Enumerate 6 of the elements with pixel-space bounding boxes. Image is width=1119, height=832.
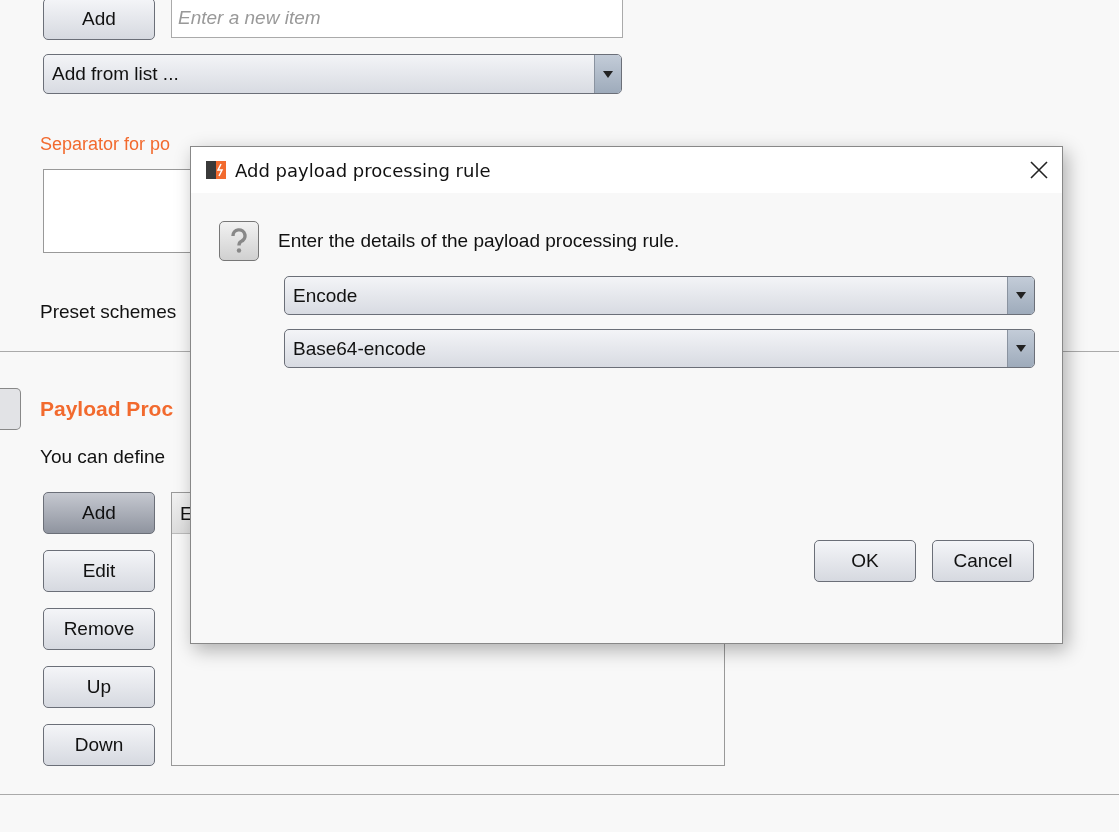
dialog-message: Enter the details of the payload processing rule. <box>278 230 680 252</box>
dialog-title: Add payload processing rule <box>235 159 492 181</box>
section-description: You can define <box>40 446 167 468</box>
section-title: Payload Proc <box>40 397 174 421</box>
preset-schemes-label: Preset schemes <box>40 301 178 323</box>
separator-label: Separator for po <box>40 134 172 155</box>
